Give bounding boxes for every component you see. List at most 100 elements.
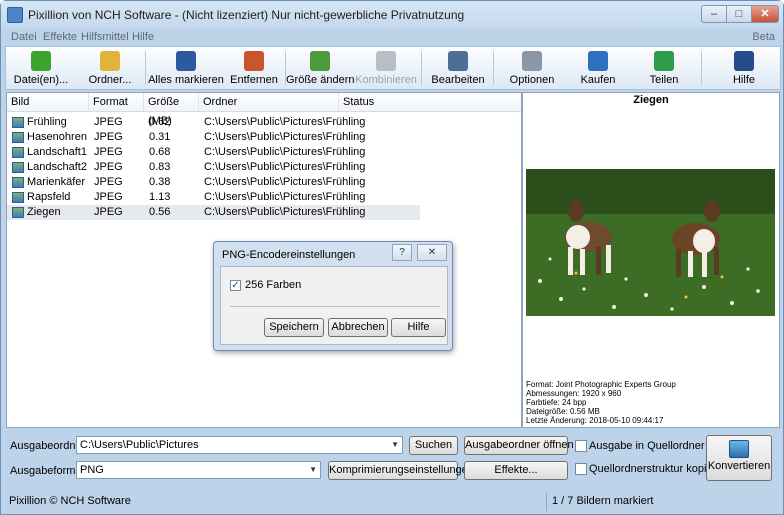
resize-label: Größe ändern — [286, 74, 355, 86]
resize-icon — [310, 51, 330, 71]
column-header-bild[interactable]: Bild — [7, 93, 89, 112]
app-icon — [7, 7, 23, 23]
cell-format: JPEG — [94, 146, 123, 158]
output-settings-panel: Ausgabeordner: C:\Users\Public\Pictures … — [6, 430, 780, 489]
minimize-button[interactable]: – — [701, 5, 727, 23]
edit-button[interactable]: Bearbeiten — [426, 47, 490, 89]
options-icon — [522, 51, 542, 71]
column-header-status[interactable]: Status — [339, 93, 521, 112]
share-icon — [654, 51, 674, 71]
table-row[interactable]: Frühling JPEG 0.62 C:\Users\Public\Pictures… — [7, 115, 420, 130]
toolbar-separator — [701, 51, 702, 85]
cell-format: JPEG — [94, 161, 123, 173]
cell-format: JPEG — [94, 116, 123, 128]
column-header-format[interactable]: Format — [89, 93, 144, 112]
remove-icon — [244, 51, 264, 71]
buy-label: Kaufen — [580, 74, 616, 86]
copy-folder-structure-checkbox[interactable] — [575, 463, 587, 475]
effects-button[interactable]: Effekte... — [464, 461, 568, 480]
maximize-button[interactable]: □ — [726, 5, 752, 23]
table-row[interactable]: Landschaft2 JPEG 0.83 C:\Users\Public\Pictu… — [7, 160, 420, 175]
preview-info-format: Format: Joint Photographic Experts Group — [526, 380, 676, 389]
toolbar-separator — [493, 51, 494, 85]
dropdown-arrow-icon: ▼ — [391, 440, 399, 449]
preview-info-filesize: Dateigröße: 0.56 MB — [526, 407, 600, 416]
save-button[interactable]: Speichern — [264, 318, 324, 337]
resize-button[interactable]: Größe ändern — [286, 47, 354, 89]
search-folder-button[interactable]: Suchen — [409, 436, 458, 455]
cell-size: 0.68 — [149, 146, 171, 158]
select-all-button[interactable]: Alles markieren — [146, 47, 226, 89]
cell-size: 0.38 — [149, 176, 171, 188]
table-row[interactable]: Landschaft1 JPEG 0.68 C:\Users\Public\Pictu… — [7, 145, 420, 160]
menu-datei[interactable]: Datei — [11, 31, 37, 43]
close-window-button[interactable]: ✕ — [751, 5, 779, 23]
share-button[interactable]: Teilen — [632, 47, 696, 89]
table-row[interactable]: Hasenohren JPEG 0.31 C:\Users\Public\Pictur… — [7, 130, 420, 145]
convert-button[interactable]: Konvertieren — [706, 435, 772, 481]
image-file-icon — [12, 162, 24, 173]
combine-icon — [376, 51, 396, 71]
cell-name: Landschaft2 — [27, 161, 87, 173]
status-separator — [546, 493, 547, 511]
add-folder-button[interactable]: Ordner... — [78, 47, 142, 89]
256-colors-checkbox[interactable]: ✓ — [230, 280, 241, 291]
menu-hilfe[interactable]: Hilfe — [132, 31, 154, 43]
edit-icon — [448, 51, 468, 71]
cell-format: JPEG — [94, 191, 123, 203]
dialog-body: ✓ 256 Farben Speichern Abbrechen Hilfe — [220, 266, 448, 345]
cell-format: JPEG — [94, 131, 123, 143]
menu-bar: Datei Effekte Hilfsmittel Hilfe Beta — [5, 30, 781, 46]
combine-label: Kombinieren — [355, 74, 417, 86]
output-folder-combobox[interactable]: C:\Users\Public\Pictures ▼ — [76, 436, 403, 454]
cell-name: Marienkäfer — [27, 176, 86, 188]
open-output-folder-button[interactable]: Ausgabeordner öffnen — [464, 436, 574, 455]
window-title: Pixillion von NCH Software - (Nicht lize… — [28, 8, 465, 22]
options-label: Optionen — [509, 74, 555, 86]
cell-folder: C:\Users\Public\Pictures\Frühling — [204, 146, 366, 158]
compression-settings-button[interactable]: Komprimierungseinstellungen... — [328, 461, 483, 480]
table-row[interactable]: Marienkäfer JPEG 0.38 C:\Users\Public\Pictu… — [7, 175, 420, 190]
dialog-close-button[interactable]: ✕ — [417, 244, 447, 261]
select-all-icon — [176, 51, 196, 71]
combine-button: Kombinieren — [354, 47, 418, 89]
menu-effekte[interactable]: Effekte — [43, 31, 77, 43]
dialog-separator — [230, 306, 440, 307]
preview-image — [526, 169, 775, 316]
dialog-help-button[interactable]: Hilfe — [391, 318, 446, 337]
app-window: Pixillion von NCH Software - (Nicht lize… — [0, 0, 784, 515]
dialog-help-icon[interactable]: ? — [392, 244, 412, 261]
cell-folder: C:\Users\Public\Pictures\Frühling — [204, 191, 366, 203]
status-bar: Pixillion © NCH Software 1 / 7 Bildern m… — [1, 490, 783, 514]
cell-size: 0.31 — [149, 131, 171, 143]
dropdown-arrow-icon: ▼ — [309, 465, 317, 474]
menu-hilfsmittel[interactable]: Hilfsmittel — [81, 31, 129, 43]
add-file-icon — [31, 51, 51, 71]
cancel-button[interactable]: Abbrechen — [328, 318, 388, 337]
cell-name: Frühling — [27, 116, 67, 128]
add-files-label: Datei(en)... — [13, 74, 69, 86]
cell-folder: C:\Users\Public\Pictures\Frühling — [204, 161, 366, 173]
add-files-button[interactable]: Datei(en)... — [8, 47, 74, 89]
image-file-icon — [12, 177, 24, 188]
beta-label: Beta — [752, 31, 775, 43]
table-row[interactable]: Rapsfeld JPEG 1.13 C:\Users\Public\Pictures… — [7, 190, 420, 205]
output-to-source-folder-checkbox[interactable] — [575, 440, 587, 452]
goats-photo — [526, 169, 775, 316]
cell-name: Rapsfeld — [27, 191, 71, 203]
table-row[interactable]: Ziegen JPEG 0.56 C:\Users\Public\Pictures\F… — [7, 205, 420, 220]
status-selection-count: 1 / 7 Bildern markiert — [552, 495, 654, 507]
image-file-icon — [12, 132, 24, 143]
buy-button[interactable]: Kaufen — [566, 47, 630, 89]
column-header-folder[interactable]: Ordner — [199, 93, 339, 112]
preview-info-modified: Letzte Änderung: 2018-05-10 09:44:17 — [526, 416, 664, 425]
remove-button[interactable]: Entfernen — [222, 47, 286, 89]
output-format-value: PNG — [80, 464, 104, 476]
toolbar: Datei(en)... Ordner... Alles markieren E… — [5, 46, 781, 90]
options-button[interactable]: Optionen — [500, 47, 564, 89]
cell-folder: C:\Users\Public\Pictures\Frühling — [204, 116, 366, 128]
output-format-combobox[interactable]: PNG ▼ — [76, 461, 321, 479]
column-header-size[interactable]: Größe (MB) — [144, 93, 199, 127]
image-file-icon — [12, 147, 24, 158]
help-button[interactable]: Hilfe — [712, 47, 776, 89]
